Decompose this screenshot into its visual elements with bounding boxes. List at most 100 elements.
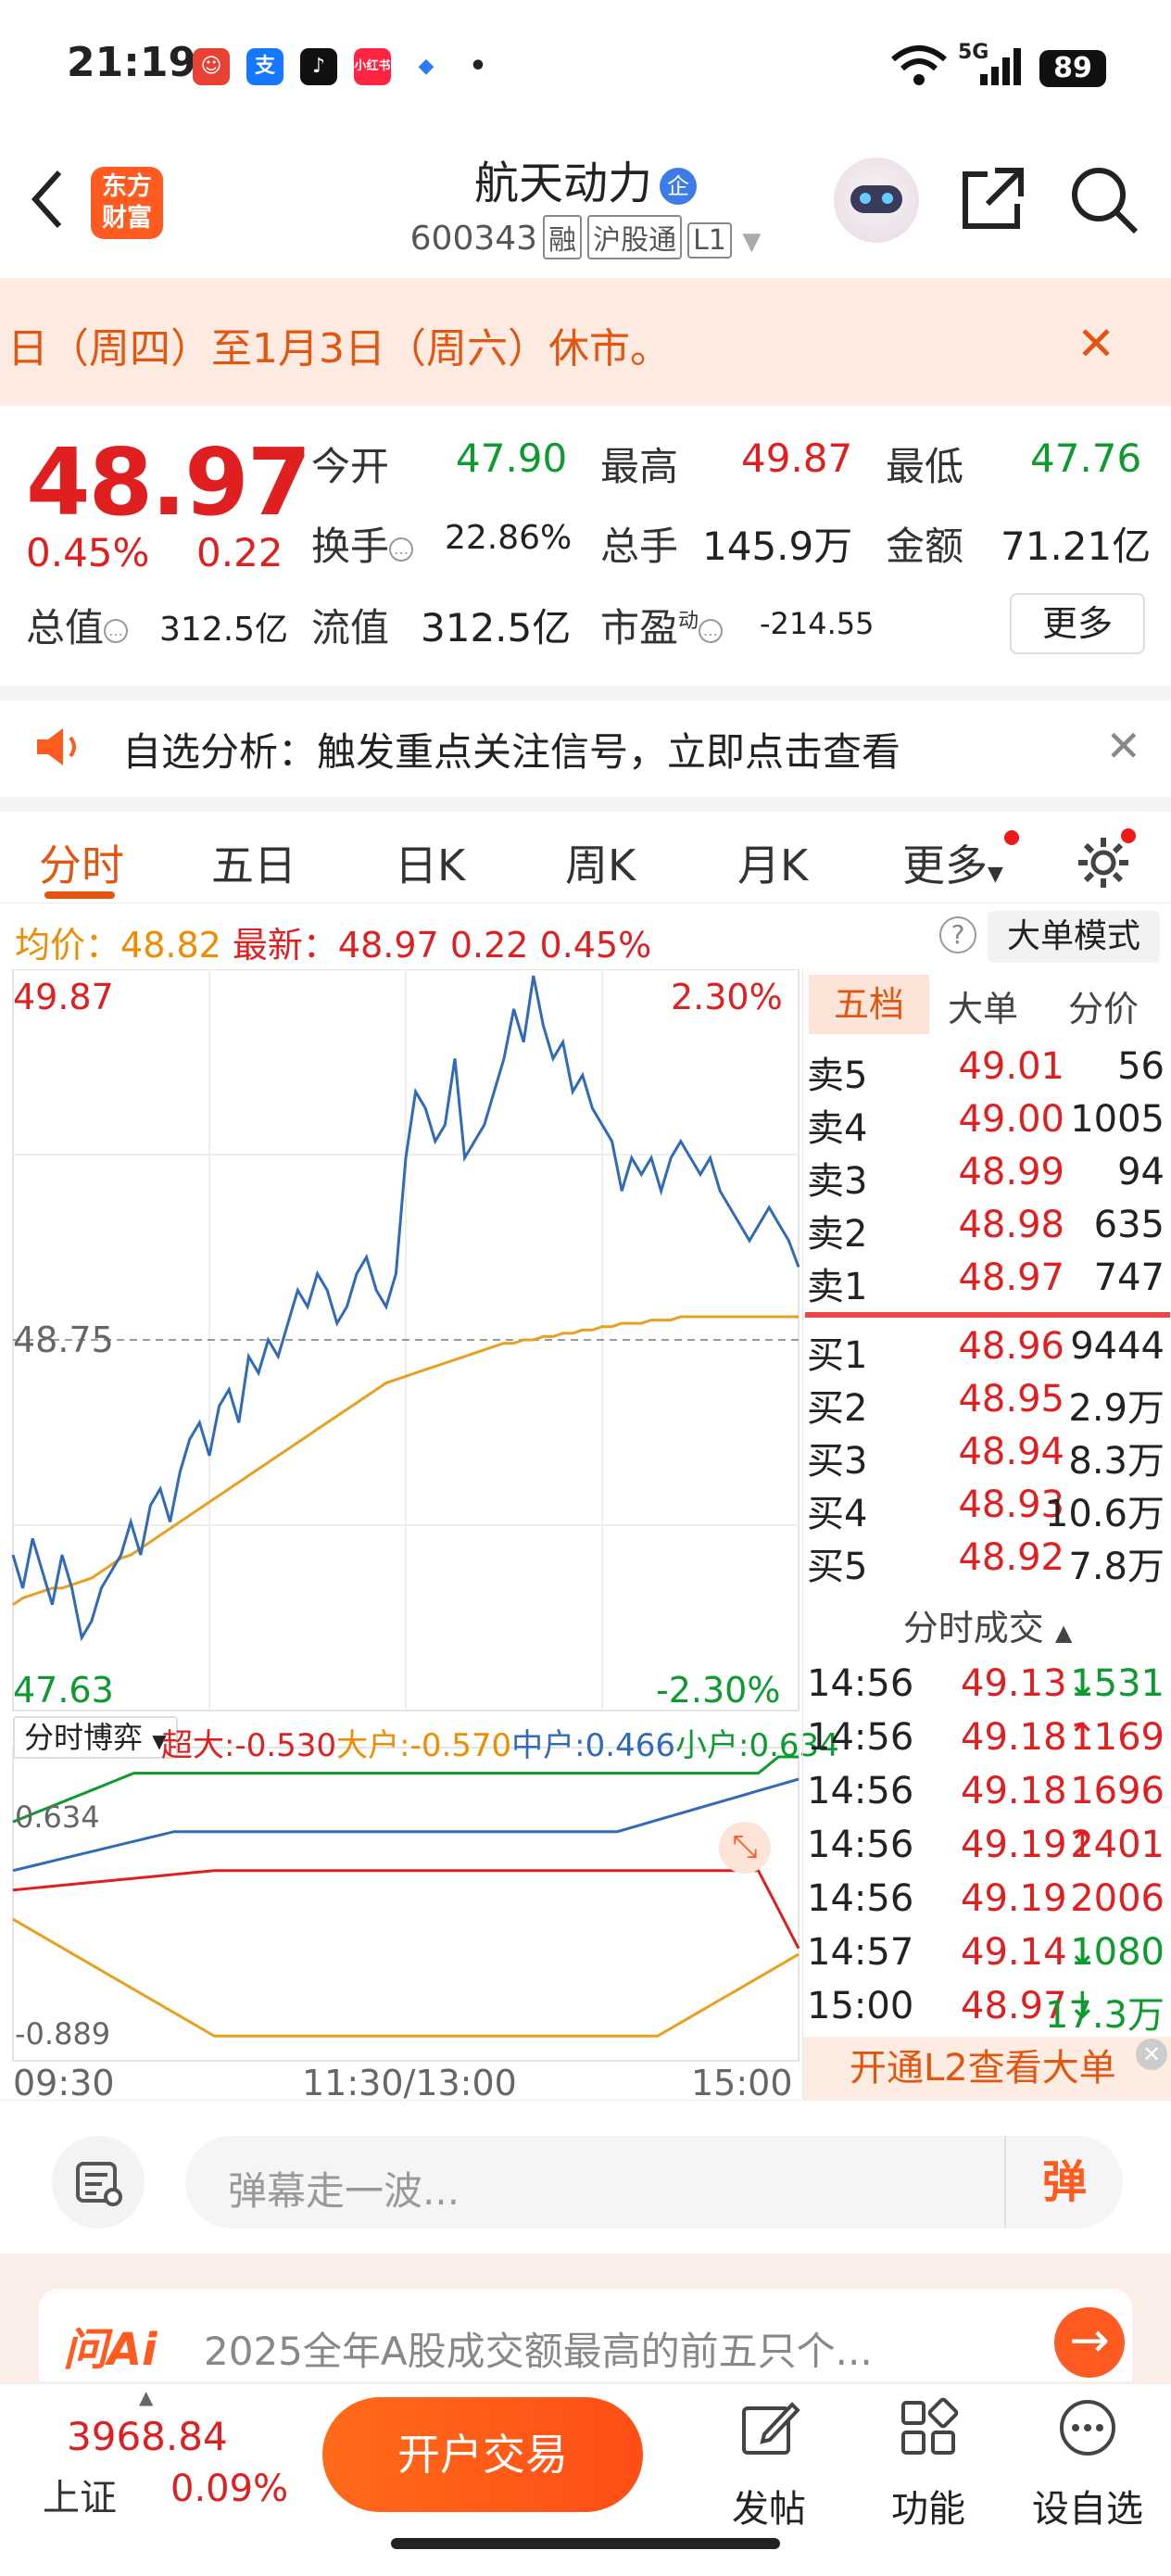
tab-five-day[interactable]: 五日 [211, 832, 296, 893]
assistant-robot-icon[interactable] [834, 158, 919, 243]
tab-big-orders[interactable]: 大单 [948, 980, 1018, 1031]
red-dot-badge [1004, 830, 1019, 845]
float-value: 312.5亿 [421, 605, 572, 650]
info-icon[interactable]: … [699, 618, 724, 643]
flow-mid-line [12, 1777, 800, 1873]
red-dot-badge [1121, 828, 1136, 843]
info-icon[interactable]: … [104, 618, 129, 643]
close-icon[interactable]: ✕ [1077, 317, 1115, 371]
ask-label: 卖3 [807, 1160, 868, 1203]
open-l2-banner[interactable]: 开通L2查看大单 [803, 2037, 1171, 2100]
y-mid-label: 48.75 [13, 1320, 114, 1360]
trades-title[interactable]: 分时成交 ▲ [803, 1599, 1171, 1650]
comment-bar: 弹幕走一波... 弹 [0, 2100, 1171, 2252]
y-top-label: 49.87 [13, 977, 114, 1017]
tab-more[interactable]: 更多▼ [902, 832, 1003, 893]
trade-time: 14:56 [807, 1716, 914, 1759]
l2-text: 开通L2查看大单 [850, 2047, 1116, 2090]
ask-row[interactable]: 卖5 49.01 56 [803, 1045, 1171, 1097]
ask-ai-card[interactable]: 问Ai 2025全年A股成交额最高的前五只个... → [39, 2289, 1132, 2381]
gear-icon[interactable] [1075, 834, 1132, 891]
x-end-label: 15:00 [691, 2063, 793, 2103]
bid-row[interactable]: 买4 48.93 10.6万 [803, 1484, 1171, 1535]
trade-time: 14:56 [807, 1824, 914, 1866]
intraday-chart-svg[interactable] [0, 968, 802, 2100]
search-icon[interactable] [1067, 163, 1141, 237]
volume-value: 145.9万 [702, 524, 853, 569]
ask-row[interactable]: 卖2 48.98 635 [803, 1204, 1171, 1256]
trades-title-text: 分时成交 [902, 1608, 1044, 1648]
bid-price: 48.96 [958, 1325, 1064, 1368]
help-icon[interactable]: ? [939, 916, 976, 953]
mktcap-label-text: 总值 [26, 605, 105, 650]
flow-mid-label: 中户: [511, 1727, 586, 1764]
bid-volume: 2.9万 [1068, 1387, 1165, 1430]
tab-daily-k[interactable]: 日K [395, 832, 465, 893]
analysis-alert[interactable]: 自选分析：触发重点关注信号，立即点击查看 ✕ [0, 686, 1171, 788]
more-circle-icon [1060, 2400, 1115, 2456]
stock-name: 航天动力 [473, 158, 652, 209]
index-value[interactable]: 3968.84 [67, 2414, 228, 2459]
high-value: 49.87 [741, 436, 853, 481]
nav-post-label: 发帖 [732, 2488, 806, 2531]
close-icon[interactable]: ✕ [1136, 2039, 1167, 2070]
danmu-input[interactable]: 弹幕走一波... 弹 [185, 2136, 1123, 2229]
intraday-chart[interactable]: 49.87 2.30% 48.75 47.63 -2.30% 分时博弈 ▼ 超大… [0, 968, 839, 2103]
arrow-right-icon[interactable]: → [1054, 2307, 1125, 2378]
trade-row: 14:56 49.19 2006 [803, 1877, 1171, 1931]
trade-volume: 1169 [1070, 1716, 1165, 1759]
nav-post[interactable]: 发帖 [704, 2395, 834, 2532]
nav-add-watchlist[interactable]: 设自选 [1023, 2395, 1152, 2532]
mktcap-label: 总值… [26, 597, 129, 653]
info-icon[interactable]: … [389, 537, 414, 562]
index-name[interactable]: 上证 [43, 2468, 117, 2521]
book-divider [805, 1312, 1170, 1318]
flow-selector[interactable]: 分时博弈 ▼ [13, 1716, 178, 1759]
tab-price-volume[interactable]: 分价 [1068, 980, 1139, 1031]
speaker-icon [37, 728, 76, 765]
trade-volume: 17.3万 [1044, 1994, 1165, 2037]
trade-row: 15:00 48.97↓ 17.3万 [803, 1985, 1171, 2039]
tab-monthly-k[interactable]: 月K [737, 832, 808, 893]
ask-label: 卖1 [807, 1266, 868, 1308]
bid-label: 买2 [807, 1387, 868, 1430]
tab-underline [44, 891, 115, 899]
holiday-banner[interactable]: 日（周四）至1月3日（周六）休市。 ✕ [0, 278, 1171, 406]
comment-list-icon[interactable] [52, 2136, 145, 2229]
caret-up-icon: ▲ [1054, 1620, 1073, 1646]
tab-weekly-k[interactable]: 周K [565, 832, 636, 893]
share-icon[interactable] [954, 163, 1028, 237]
danmu-button[interactable]: 弹 [1004, 2136, 1123, 2229]
more-button[interactable]: 更多 [1010, 593, 1145, 654]
pe-label: 市盈动… [600, 597, 724, 653]
bid-row[interactable]: 买3 48.94 8.3万 [803, 1431, 1171, 1483]
bid-volume: 9444 [1070, 1325, 1165, 1368]
tab-intraday[interactable]: 分时 [39, 832, 124, 893]
feather-icon: ◆ [408, 48, 445, 85]
close-icon[interactable]: ✕ [1105, 721, 1141, 771]
index-pct[interactable]: 0.09% [170, 2468, 288, 2510]
app-notification-icon: ☺ [193, 48, 230, 85]
capital-flow-lines [12, 1755, 800, 2038]
more-dot-icon: • [469, 50, 487, 82]
pct-bottom-label: -2.30% [656, 1670, 781, 1711]
turnover-value: 22.86% [445, 519, 573, 557]
bid-volume: 8.3万 [1068, 1440, 1165, 1483]
chevron-down-icon[interactable]: ▼ [742, 228, 761, 256]
tab-five-levels[interactable]: 五档 [809, 975, 929, 1034]
signal-icon [980, 48, 1021, 85]
ask-row[interactable]: 卖1 48.97 747 [803, 1256, 1171, 1308]
nav-functions[interactable]: 功能 [863, 2395, 993, 2532]
flow-small-label: 小户: [674, 1727, 749, 1764]
ask-row[interactable]: 卖3 48.99 94 [803, 1151, 1171, 1203]
bid-row[interactable]: 买5 48.92 7.8万 [803, 1536, 1171, 1588]
latest-label: 最新： [232, 925, 338, 966]
open-account-trade-button[interactable]: 开户交易 [322, 2397, 643, 2512]
ask-row[interactable]: 卖4 49.00 1005 [803, 1098, 1171, 1150]
bid-row[interactable]: 买1 48.96 9444 [803, 1325, 1171, 1377]
avg-value: 48.82 [120, 925, 221, 966]
big-order-mode-button[interactable]: 大单模式 [988, 911, 1160, 963]
expand-icon[interactable]: ⤡ [719, 1822, 771, 1874]
turnover-label: 换手… [311, 515, 414, 572]
bid-row[interactable]: 买2 48.95 2.9万 [803, 1378, 1171, 1430]
